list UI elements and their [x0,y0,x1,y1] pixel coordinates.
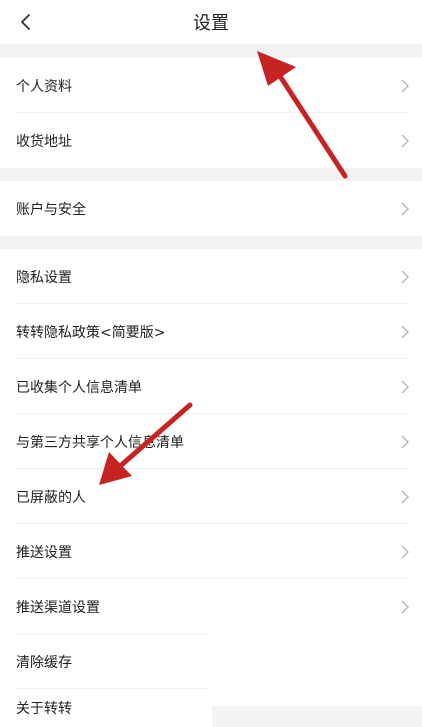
section-divider [0,168,422,181]
settings-item-profile[interactable]: 个人资料 [0,58,422,113]
chevron-right-icon [401,600,409,613]
back-button[interactable] [12,8,40,36]
chevron-right-icon [401,435,409,448]
settings-item-label: 与第三方共享个人信息清单 [16,434,184,451]
settings-item-privacy-settings[interactable]: 隐私设置 [0,249,422,304]
header: 设置 [0,0,422,44]
settings-item-third-party-sharing-list[interactable]: 与第三方共享个人信息清单 [0,414,422,469]
bottom-divider [212,706,422,727]
chevron-right-icon [401,79,409,92]
section-divider [0,236,422,249]
settings-item-label: 个人资料 [16,78,72,95]
settings-item-push-channel-settings[interactable]: 推送渠道设置 [0,579,422,634]
chevron-right-icon [401,380,409,393]
settings-item-label: 收货地址 [16,133,72,150]
settings-item-label: 推送设置 [16,544,72,561]
settings-item-label: 转转隐私政策<简要版> [16,324,166,341]
settings-item-shipping-address[interactable]: 收货地址 [0,113,422,168]
back-arrow-icon [21,14,30,30]
settings-item-label: 隐私设置 [16,269,72,286]
chevron-right-icon [401,134,409,147]
page-title: 设置 [193,13,229,34]
settings-item-label: 推送渠道设置 [16,599,100,616]
chevron-right-icon [401,270,409,283]
settings-item-label: 清除缓存 [16,654,72,671]
section-divider [0,44,422,58]
settings-item-blocked-users[interactable]: 已屏蔽的人 [0,469,422,524]
chevron-right-icon [401,490,409,503]
chevron-right-icon [401,325,409,338]
chevron-right-icon [401,202,409,215]
settings-item-privacy-policy[interactable]: 转转隐私政策<简要版> [0,304,422,359]
settings-item-label: 已屏蔽的人 [16,489,86,506]
settings-item-push-settings[interactable]: 推送设置 [0,524,422,579]
settings-item-label: 已收集个人信息清单 [16,379,142,396]
settings-item-label: 账户与安全 [16,201,86,218]
settings-item-collected-info-list[interactable]: 已收集个人信息清单 [0,359,422,414]
settings-item-account-security[interactable]: 账户与安全 [0,181,422,236]
settings-item-label: 关于转转 [16,701,72,717]
chevron-right-icon [401,545,409,558]
row-separator [16,634,210,635]
settings-item-clear-cache[interactable]: 清除缓存 [0,634,422,689]
